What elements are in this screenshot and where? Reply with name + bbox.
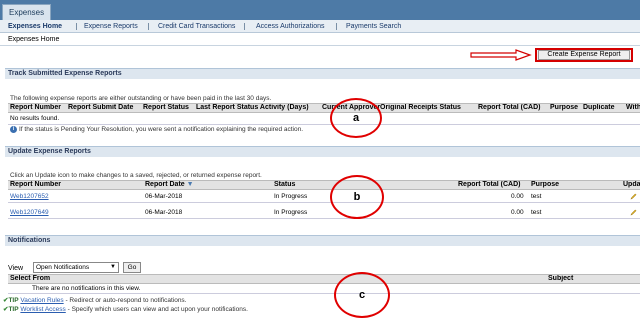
col-report-date[interactable]: Report Date ▼ (145, 181, 194, 189)
col-update: Update (623, 181, 640, 188)
notifications-table-header: Select From Subject (8, 274, 640, 284)
nav-expense-reports[interactable]: Expense Reports (84, 20, 138, 33)
tip-prefix: TIP (8, 306, 19, 313)
nav-separator (244, 23, 245, 30)
nav-access-authorizations[interactable]: Access Authorizations (256, 20, 324, 33)
tip-text: - Redirect or auto-respond to notificati… (65, 297, 187, 304)
col-report-date-label: Report Date (145, 181, 185, 188)
report-purpose: test (531, 209, 542, 216)
report-number-link[interactable]: Web1207652 (10, 191, 49, 202)
col-withdraw: Withdraw (626, 104, 640, 111)
track-info-text: If the status is Pending Your Resolution… (19, 126, 304, 134)
section-header-update: Update Expense Reports (5, 146, 640, 157)
track-description: The following expense reports are either… (10, 95, 272, 102)
annotation-circle-c: c (334, 272, 390, 318)
report-status: In Progress (274, 193, 308, 200)
report-date: 06-Mar-2018 (145, 193, 183, 200)
pencil-icon[interactable] (630, 209, 637, 216)
track-info-line: i If the status is Pending Your Resolutio… (10, 126, 303, 133)
nav-credit-card-transactions[interactable]: Credit Card Transactions (158, 20, 235, 33)
annotation-circle-a: a (330, 98, 382, 138)
col-original-receipts-status: Original Receipts Status (380, 104, 461, 111)
update-description: Click an Update icon to make changes to … (10, 172, 262, 179)
col-status: Status (274, 181, 296, 188)
nav-separator (336, 23, 337, 30)
info-icon: i (10, 126, 17, 133)
col-report-number: Report Number (10, 104, 61, 111)
tip-prefix: TIP (8, 297, 19, 304)
report-total: 0.00 (511, 193, 524, 200)
col-last-activity: Last Report Status Activity (Days) (196, 104, 309, 111)
nav-expenses-home[interactable]: Expenses Home (8, 20, 62, 33)
top-bar: Expenses (0, 0, 640, 20)
nav-separator (148, 23, 149, 30)
col-duplicate: Duplicate (583, 104, 615, 111)
view-select[interactable]: Open Notifications ▼ (33, 262, 119, 273)
divider (0, 45, 640, 46)
col-report-number: Report Number (10, 181, 61, 188)
arrow-annotation-icon (470, 49, 532, 61)
pencil-icon[interactable] (630, 193, 637, 200)
view-label: View (8, 265, 24, 272)
sub-navigation: Expenses Home Expense Reports Credit Car… (0, 20, 640, 33)
notifications-empty-row: There are no notifications in this view. (8, 284, 640, 294)
no-notifications-text: There are no notifications in this view. (32, 285, 141, 292)
no-results-text: No results found. (10, 115, 60, 122)
section-header-notifications: Notifications (5, 235, 640, 246)
col-purpose: Purpose (550, 104, 579, 111)
chevron-down-icon: ▼ (110, 264, 116, 270)
go-button[interactable]: Go (123, 262, 141, 273)
col-report-status: Report Status (143, 104, 189, 111)
vacation-rules-link[interactable]: Vacation Rules (20, 297, 63, 304)
col-report-submit-date: Report Submit Date (68, 104, 134, 111)
tip-line: ✔TIP Worklist Access - Specify which use… (3, 305, 248, 313)
col-select-from: Select From (10, 275, 51, 282)
report-total: 0.00 (511, 209, 524, 216)
nav-payments-search[interactable]: Payments Search (346, 20, 401, 33)
sort-desc-icon: ▼ (186, 181, 194, 188)
section-header-track: Track Submitted Expense Reports (5, 68, 640, 79)
report-date: 06-Mar-2018 (145, 209, 183, 216)
track-table-header: Report Number Report Submit Date Report … (8, 103, 640, 113)
create-expense-report-label: Create Expense Report (538, 50, 630, 60)
table-row: Web1207652 06-Mar-2018 In Progress 0.00 … (8, 191, 640, 203)
view-select-value: Open Notifications (36, 264, 90, 271)
table-row: Web1207649 06-Mar-2018 In Progress 0.00 … (8, 207, 640, 219)
tab-expenses[interactable]: Expenses (2, 4, 52, 20)
worklist-access-link[interactable]: Worklist Access (20, 306, 65, 313)
create-expense-report-button[interactable]: Create Expense Report (535, 48, 633, 62)
col-report-total: Report Total (CAD) (478, 104, 541, 111)
report-purpose: test (531, 193, 542, 200)
nav-separator (76, 23, 77, 30)
tip-text: - Specify which users can view and act u… (67, 306, 248, 313)
report-status: In Progress (274, 209, 308, 216)
col-subject: Subject (548, 275, 574, 282)
track-empty-row: No results found. (8, 113, 640, 125)
update-table-header: Report Number Report Date ▼ Status Repor… (8, 180, 640, 190)
col-purpose: Purpose (531, 181, 560, 188)
report-number-link[interactable]: Web1207649 (10, 207, 49, 218)
breadcrumb: Expenses Home (8, 36, 60, 43)
tip-line: ✔TIP Vacation Rules - Redirect or auto-r… (3, 296, 187, 304)
annotation-circle-b: b (330, 175, 384, 219)
col-report-total: Report Total (CAD) (458, 181, 521, 188)
